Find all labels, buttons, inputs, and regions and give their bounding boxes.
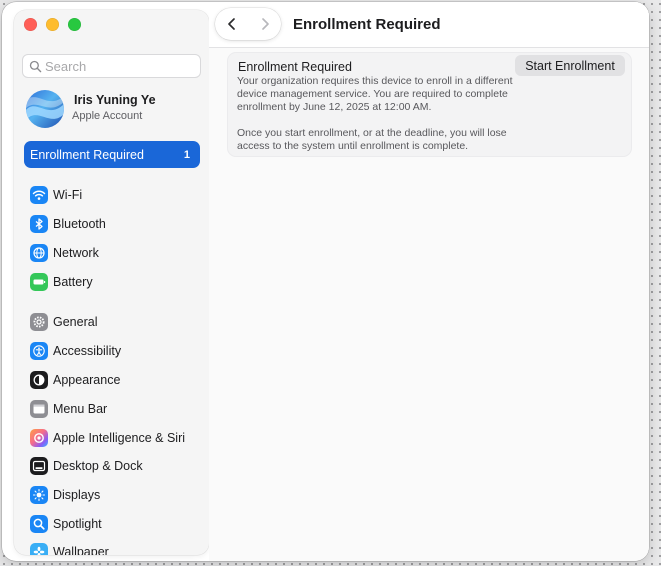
sidebar-item-general[interactable]: General xyxy=(24,310,200,334)
sidebar-item-menu-bar[interactable]: Menu Bar xyxy=(24,397,200,421)
appearance-icon xyxy=(30,371,48,389)
sidebar-item-network[interactable]: Network xyxy=(24,241,200,265)
sidebar-item-label: General xyxy=(53,315,98,329)
sidebar: Iris Yuning Ye Apple Account Enrollment … xyxy=(14,10,209,555)
sun-icon xyxy=(30,486,48,504)
sidebar-item-apple-intelligence-siri[interactable]: Apple Intelligence & Siri xyxy=(24,426,200,450)
apple-account[interactable]: Iris Yuning Ye Apple Account xyxy=(26,90,201,130)
flower-icon xyxy=(30,543,48,555)
sidebar-item-label: Bluetooth xyxy=(53,217,106,231)
chevron-left-icon xyxy=(227,18,235,30)
forward-button[interactable] xyxy=(248,8,281,40)
back-button[interactable] xyxy=(215,8,248,40)
sidebar-item-bluetooth[interactable]: Bluetooth xyxy=(24,212,200,236)
sidebar-item-appearance[interactable]: Appearance xyxy=(24,368,200,392)
search-field[interactable] xyxy=(22,54,201,78)
page-title: Enrollment Required xyxy=(293,16,441,33)
sidebar-item-label: Enrollment Required xyxy=(30,147,144,162)
close-button[interactable] xyxy=(24,18,37,31)
accessibility-icon xyxy=(30,342,48,360)
account-subtitle: Apple Account xyxy=(72,110,143,122)
menu-bar-icon xyxy=(30,400,48,418)
description-paragraph: Once you start enrollment, or at the dea… xyxy=(237,127,507,152)
start-enrollment-button[interactable]: Start Enrollment xyxy=(515,55,625,76)
main-content: Enrollment Required Enrollment Required … xyxy=(209,2,649,561)
description-paragraph: Your organization requires this device t… xyxy=(237,75,513,113)
settings-window: Iris Yuning Ye Apple Account Enrollment … xyxy=(2,2,649,561)
toolbar: Enrollment Required xyxy=(209,2,649,48)
zoom-button[interactable] xyxy=(68,18,81,31)
sidebar-item-label: Menu Bar xyxy=(53,402,108,416)
battery-icon xyxy=(30,273,48,291)
sidebar-item-label: Wallpaper xyxy=(53,545,109,555)
avatar xyxy=(26,90,64,128)
notification-count-badge: 1 xyxy=(183,148,190,161)
search-icon xyxy=(29,60,42,72)
siri-icon xyxy=(30,429,48,447)
sidebar-item-wallpaper[interactable]: Wallpaper xyxy=(24,540,200,555)
bluetooth-icon xyxy=(30,215,48,233)
chevron-right-icon xyxy=(261,18,269,30)
sidebar-item-accessibility[interactable]: Accessibility xyxy=(24,339,200,363)
sidebar-item-battery[interactable]: Battery xyxy=(24,270,200,294)
sidebar-item-desktop-dock[interactable]: Desktop & Dock xyxy=(24,454,200,478)
minimize-button[interactable] xyxy=(46,18,59,31)
sidebar-item-label: Wi-Fi xyxy=(53,188,83,202)
wifi-icon xyxy=(30,186,48,204)
sidebar-item-spotlight[interactable]: Spotlight xyxy=(24,512,200,536)
globe-icon xyxy=(30,244,48,262)
search-input[interactable] xyxy=(45,58,195,74)
sidebar-item-label: Apple Intelligence & Siri xyxy=(53,431,186,445)
sidebar-item-enrollment-required[interactable]: Enrollment Required 1 xyxy=(24,141,200,168)
enrollment-panel: Enrollment Required Your organization re… xyxy=(227,52,632,157)
sidebar-item-label: Accessibility xyxy=(53,344,122,358)
panel-description: Your organization requires this device t… xyxy=(237,75,517,153)
sidebar-item-label: Desktop & Dock xyxy=(53,459,143,473)
sidebar-item-displays[interactable]: Displays xyxy=(24,483,200,507)
sidebar-item-label: Appearance xyxy=(53,373,121,387)
sidebar-item-label: Displays xyxy=(53,488,101,502)
account-name: Iris Yuning Ye xyxy=(74,93,156,107)
sidebar-item-label: Network xyxy=(53,246,99,260)
gear-icon xyxy=(30,313,48,331)
magnifier-icon xyxy=(30,515,48,533)
navigation-buttons xyxy=(215,8,281,40)
sidebar-item-wifi[interactable]: Wi-Fi xyxy=(24,183,200,207)
sidebar-item-label: Battery xyxy=(53,275,93,289)
dock-icon xyxy=(30,457,48,475)
sidebar-item-label: Spotlight xyxy=(53,517,102,531)
window-controls xyxy=(24,18,81,31)
panel-title: Enrollment Required xyxy=(238,60,352,74)
